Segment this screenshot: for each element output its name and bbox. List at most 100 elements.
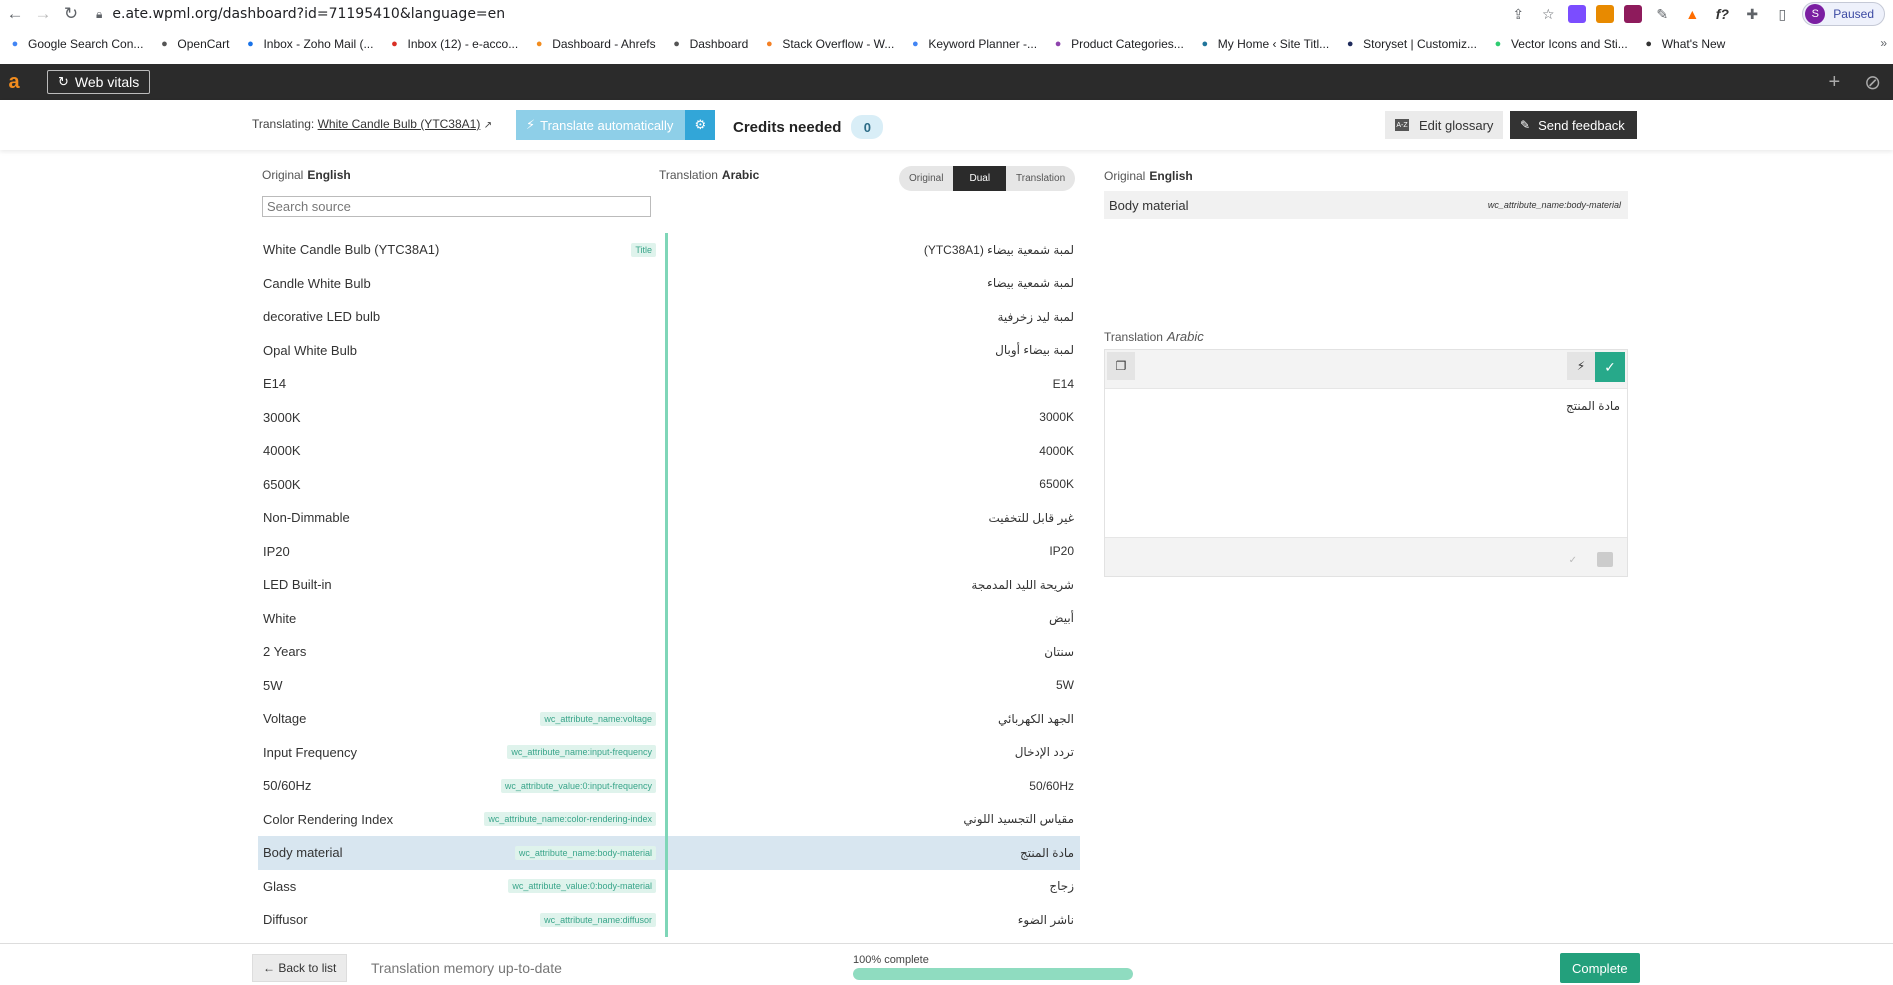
segment-row[interactable]: Non-Dimmable غير قابل للتخفيت [258, 501, 1080, 535]
segment-row[interactable]: Candle White Bulb لمبة شمعية بيضاء [258, 266, 1080, 300]
segment-translation[interactable]: تردد الإدخال [1015, 745, 1074, 759]
translating-item-link[interactable]: White Candle Bulb (YTC38A1) [318, 117, 481, 131]
eyedropper-icon[interactable]: ✎ [1652, 4, 1672, 24]
profile-button[interactable]: S Paused [1802, 2, 1885, 26]
segment-translation[interactable]: ناشر الضوء [1018, 913, 1074, 927]
extension-icon[interactable] [1624, 5, 1643, 23]
bookmark-star-icon[interactable]: ☆ [1538, 4, 1558, 24]
search-source-input[interactable] [262, 196, 651, 217]
web-vitals-button[interactable]: ↻ Web vitals [47, 70, 151, 94]
segment-translation[interactable]: 5W [1056, 678, 1074, 692]
bookmark-item[interactable]: ● Inbox - Zoho Mail (... [243, 37, 373, 51]
external-link-icon[interactable]: ↗ [484, 120, 492, 131]
notes-icon[interactable] [1597, 552, 1613, 567]
reload-icon[interactable]: ↻ [58, 1, 84, 27]
segment-translation[interactable]: شريحة الليد المدمجة [971, 578, 1074, 592]
segment-divider [665, 367, 668, 401]
function-icon[interactable]: f? [1712, 4, 1732, 24]
segment-translation[interactable]: أبيض [1049, 611, 1074, 625]
bookmark-item[interactable]: ● Inbox (12) - e-acco... [387, 37, 518, 51]
view-dual-tab[interactable]: Dual [953, 166, 1007, 191]
share-icon[interactable]: ⇪ [1508, 4, 1528, 24]
bookmark-item[interactable]: ● Stack Overflow - W... [762, 37, 894, 51]
sidepanel-icon[interactable]: ▯ [1772, 4, 1792, 24]
segment-row[interactable]: 3000K 3000K [258, 400, 1080, 434]
bookmark-item[interactable]: ● Dashboard [670, 37, 748, 51]
segment-translation[interactable]: لمبة شمعية بيضاء [987, 276, 1074, 290]
segment-translation[interactable]: 3000K [1039, 410, 1074, 424]
segment-row[interactable]: Diffusor wc_attribute_name:diffusor ناشر ا… [258, 903, 1080, 937]
translation-textarea[interactable]: مادة المنتج [1105, 388, 1627, 538]
view-translation-tab[interactable]: Translation [1006, 166, 1075, 191]
bookmark-item[interactable]: ● My Home ‹ Site Titl... [1198, 37, 1329, 51]
segment-row[interactable]: 6500K 6500K [258, 467, 1080, 501]
segment-translation[interactable]: لمبة بيضاء أوبال [995, 343, 1074, 357]
plus-icon[interactable]: + [1829, 71, 1841, 94]
segment-translation[interactable]: الجهد الكهربائي [998, 712, 1074, 726]
segment-row[interactable]: White Candle Bulb (YTC38A1) Title لمبة شمع… [258, 233, 1080, 267]
bookmark-item[interactable]: ● Keyword Planner -... [908, 37, 1037, 51]
more-bookmarks-icon[interactable]: » [1880, 36, 1887, 50]
segment-row[interactable]: Input Frequency wc_attribute_name:input-f… [258, 735, 1080, 769]
url-field[interactable]: 🔒︎ e.ate.wpml.org/dashboard?id=71195410&… [96, 6, 505, 22]
segment-row[interactable]: LED Built-in شريحة الليد المدمجة [258, 568, 1080, 602]
segment-row[interactable]: 4000K 4000K [258, 434, 1080, 468]
editor-original-text: Body material [1109, 197, 1189, 213]
bookmark-item[interactable]: ● Dashboard - Ahrefs [532, 37, 656, 51]
bookmark-item[interactable]: ● OpenCart [157, 37, 229, 51]
extension-icon[interactable] [1596, 5, 1615, 23]
back-arrow-icon[interactable]: ← [2, 1, 28, 27]
segment-translation[interactable]: 50/60Hz [1029, 779, 1074, 793]
segment-translation[interactable]: لمبة شمعية بيضاء (YTC38A1) [924, 243, 1074, 257]
segment-row[interactable]: Color Rendering Index wc_attribute_name:c… [258, 802, 1080, 836]
segment-row[interactable]: White أبيض [258, 601, 1080, 635]
segment-translation[interactable]: مادة المنتج [1020, 846, 1074, 860]
bookmark-item[interactable]: ● What's New [1642, 37, 1725, 51]
complete-button[interactable]: Complete [1560, 953, 1640, 983]
forward-arrow-icon[interactable]: → [30, 1, 56, 27]
segment-row[interactable]: Opal White Bulb لمبة بيضاء أوبال [258, 333, 1080, 367]
segment-translation[interactable]: غير قابل للتخفيت [989, 511, 1074, 525]
back-to-list-button[interactable]: ← Back to list [252, 954, 348, 982]
ahrefs-logo-icon[interactable]: a [0, 71, 28, 94]
segment-translation[interactable]: 4000K [1039, 444, 1074, 458]
segment-translation[interactable]: IP20 [1049, 544, 1074, 558]
bookmark-item[interactable]: ● Storyset | Customiz... [1343, 37, 1477, 51]
spellcheck-icon[interactable]: ✓ [1569, 555, 1577, 566]
segment-row[interactable]: 2 Years سنتان [258, 635, 1080, 669]
puzzle-icon[interactable]: ✚ [1742, 4, 1762, 24]
disable-icon[interactable]: ⊘ [1864, 70, 1881, 95]
segment-translation[interactable]: سنتان [1044, 645, 1074, 659]
segment-row[interactable]: 5W 5W [258, 668, 1080, 702]
edit-glossary-button[interactable]: A-Z Edit glossary [1385, 111, 1504, 139]
segment-row[interactable]: 50/60Hz wc_attribute_value:0:input-freque… [258, 769, 1080, 803]
extension-icon[interactable] [1568, 5, 1587, 23]
segment-source: 4000K [263, 443, 301, 459]
segment-row[interactable]: IP20 IP20 [258, 534, 1080, 568]
editor-original-box: Body material wc_attribute_name:body-mat… [1104, 191, 1628, 219]
view-original-tab[interactable]: Original [899, 166, 953, 191]
segment-translation[interactable]: 6500K [1039, 477, 1074, 491]
segment-translation[interactable]: زجاج [1049, 879, 1074, 893]
bookmark-label: My Home ‹ Site Titl... [1217, 37, 1330, 51]
fire-icon[interactable]: ▲ [1682, 4, 1702, 24]
segment-row[interactable]: decorative LED bulb لمبة ليد زخرفية [258, 300, 1080, 334]
editor-translation-label: Translation [1104, 330, 1163, 344]
translate-automatically-main[interactable]: ⚡︎ Translate automatically [516, 110, 686, 140]
segment-row[interactable]: Voltage wc_attribute_name:voltage الجهد ال… [258, 702, 1080, 736]
bookmark-item[interactable]: ● Google Search Con... [8, 37, 144, 51]
send-feedback-button[interactable]: ✎ Send feedback [1510, 111, 1637, 139]
bookmark-item[interactable]: ● Vector Icons and Sti... [1491, 37, 1628, 51]
gear-icon[interactable]: ⚙ [685, 110, 716, 140]
confirm-check-icon[interactable]: ✓ [1595, 352, 1625, 382]
copy-original-icon[interactable]: ❐ [1107, 352, 1135, 380]
segment-row[interactable]: Glass wc_attribute_value:0:body-material ز… [258, 869, 1080, 903]
translate-automatically-button[interactable]: ⚡︎ Translate automatically ⚙ [516, 110, 716, 140]
bolt-icon[interactable]: ⚡︎ [1567, 352, 1595, 380]
segment-translation[interactable]: لمبة ليد زخرفية [997, 310, 1074, 324]
segment-row[interactable]: Body material wc_attribute_name:body-mate… [258, 836, 1080, 870]
segment-row[interactable]: E14 E14 [258, 367, 1080, 401]
segment-translation[interactable]: E14 [1053, 377, 1074, 391]
bookmark-item[interactable]: ● Product Categories... [1051, 37, 1184, 51]
segment-translation[interactable]: مقياس التجسيد اللوني [963, 812, 1074, 826]
